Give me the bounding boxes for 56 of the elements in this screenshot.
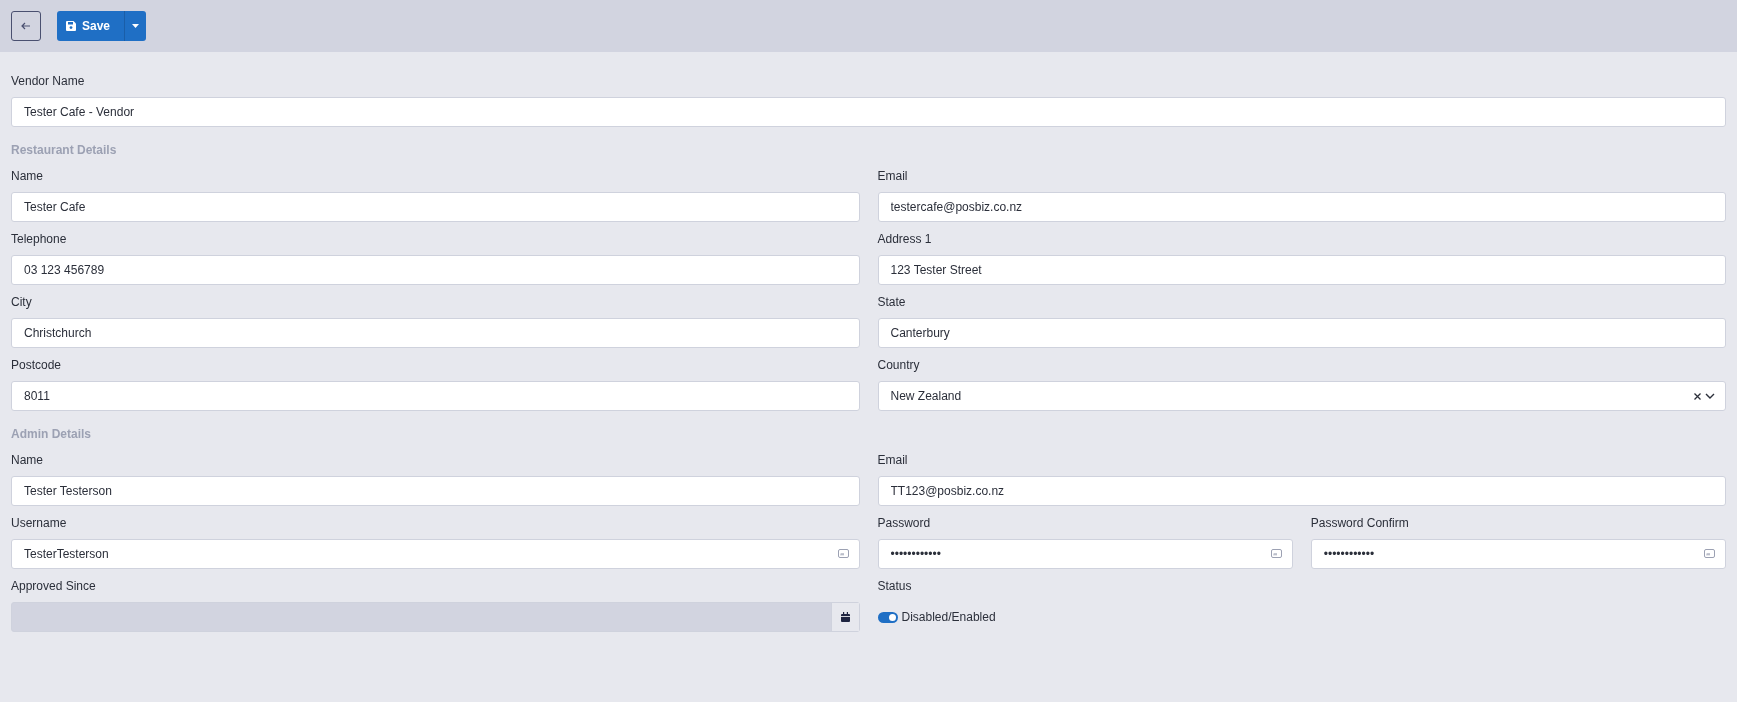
field-label: Email [877,452,908,469]
save-button[interactable]: Save [57,11,125,41]
text-input[interactable]: Tester Cafe [22,197,849,217]
field-label: Telephone [11,231,67,248]
select-input[interactable]: New Zealand [888,386,1694,406]
text-input[interactable]: TT123@posbiz.co.nz [888,481,1715,501]
field-label: Email [877,168,908,185]
field-label: State [877,294,906,311]
field-label: Address 1 [877,231,932,248]
password-field[interactable]: TesterTesterson [11,539,860,569]
toggle-label: Disabled/Enabled [901,609,996,626]
field-label: Name [11,168,43,185]
field-label: Approved Since [11,578,96,595]
text-input[interactable]: 123 Tester Street [888,260,1715,280]
back-button[interactable] [11,11,41,41]
chevron-down-icon[interactable] [1705,393,1715,399]
text-input[interactable]: Tester Cafe - Vendor [22,102,1715,122]
input-field[interactable]: Tester Cafe - Vendor [11,97,1726,127]
text-input[interactable]: Christchurch [22,323,849,343]
back-arrow-icon [21,22,31,30]
toggle-switch[interactable] [877,611,898,623]
field-label: Password Confirm [1310,515,1409,532]
input-field[interactable]: 03 123 456789 [11,255,860,285]
field-label: Name [11,452,43,469]
section-heading: Admin Details [11,426,92,443]
text-input[interactable]: 8011 [22,386,849,406]
password-field[interactable]: •••••••••••• [1310,539,1726,569]
calendar-icon [840,612,850,622]
field-label: Postcode [11,357,62,374]
input-field[interactable]: Christchurch [11,318,860,348]
save-dropdown-button[interactable] [124,11,147,41]
caret-icon [132,24,140,28]
field-label: Vendor Name [11,73,85,90]
password-field[interactable]: •••••••••••• [877,539,1293,569]
field-label: City [11,294,32,311]
input-field[interactable]: Canterbury [877,318,1726,348]
country-select[interactable]: New Zealand [877,381,1726,411]
input-field[interactable]: Tester Cafe [11,192,860,222]
field-label: Country [877,357,920,374]
clear-icon[interactable] [1694,392,1701,400]
text-input[interactable]: Tester Testerson [22,481,849,501]
text-input[interactable]: •••••••••••• [1321,544,1704,564]
input-field[interactable]: testercafe@posbiz.co.nz [877,192,1726,222]
text-input[interactable]: Canterbury [888,323,1715,343]
text-input[interactable]: •••••••••••• [888,544,1271,564]
input-field[interactable]: 8011 [11,381,860,411]
text-input[interactable]: TesterTesterson [22,544,838,564]
text-input[interactable]: testercafe@posbiz.co.nz [888,197,1715,217]
text-input[interactable]: 03 123 456789 [22,260,849,280]
input-field[interactable]: TT123@posbiz.co.nz [877,476,1726,506]
section-heading: Restaurant Details [11,142,118,159]
field-label: Username [11,515,67,532]
input-field[interactable]: Tester Testerson [11,476,860,506]
field-label: Password [877,515,931,532]
field-label: Status [877,578,912,595]
input-field[interactable]: 123 Tester Street [877,255,1726,285]
